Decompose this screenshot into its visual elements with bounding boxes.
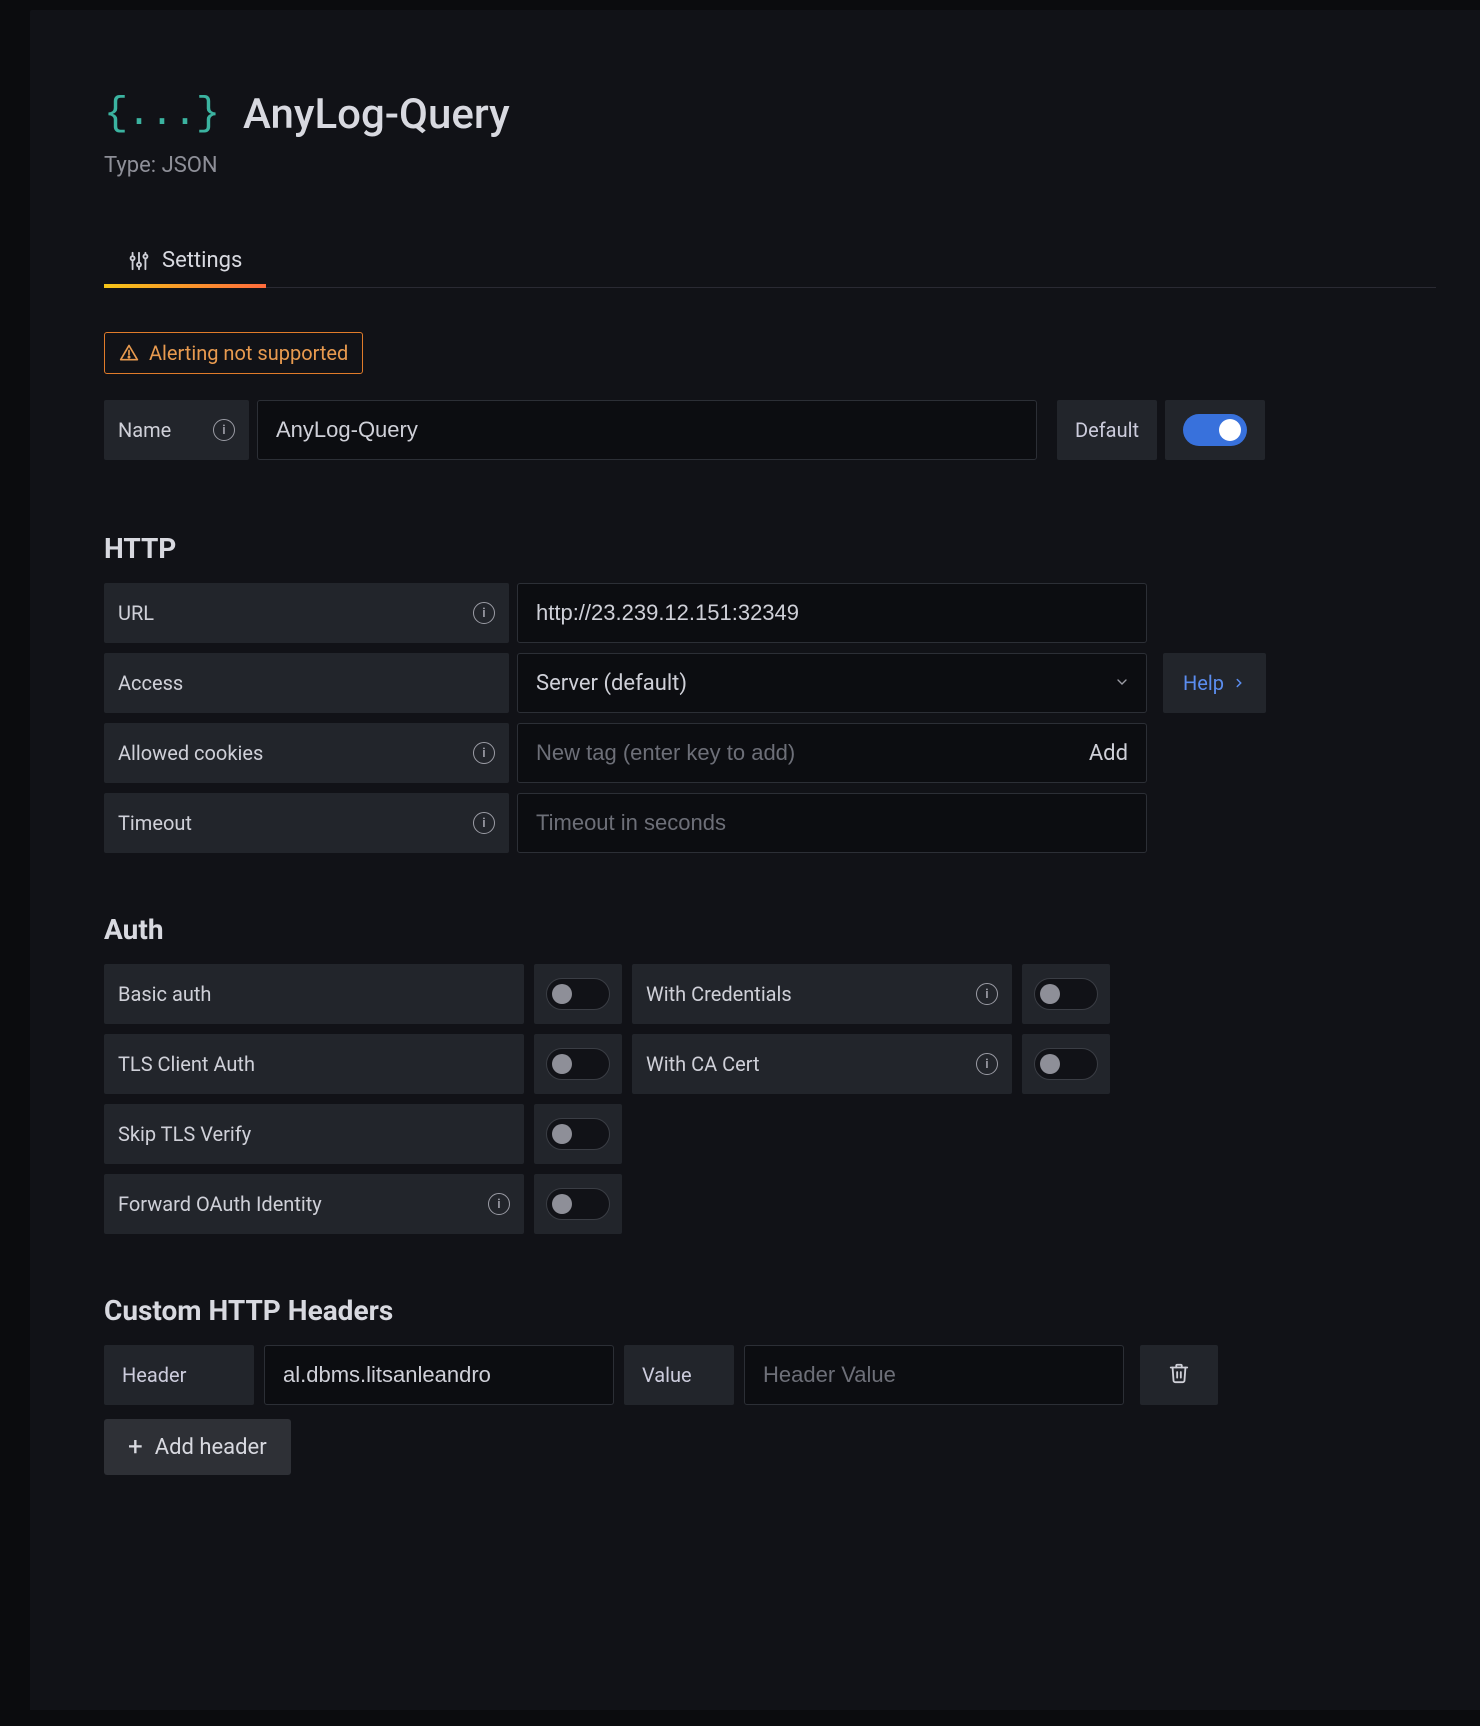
with-ca-cert-label: With CA Cert	[632, 1034, 1012, 1094]
datasource-type: Type: JSON	[104, 153, 1436, 178]
plus-icon: +	[128, 1434, 143, 1460]
with-ca-cert-toggle[interactable]	[1034, 1048, 1098, 1080]
timeout-input[interactable]	[517, 793, 1147, 853]
access-select[interactable]: Server (default)	[517, 653, 1147, 713]
json-icon: {...}	[104, 92, 219, 137]
info-icon[interactable]	[473, 602, 495, 624]
header-name-input[interactable]	[264, 1345, 614, 1405]
help-button[interactable]: Help	[1163, 653, 1266, 713]
allowed-cookies-label: Allowed cookies	[104, 723, 509, 783]
info-icon[interactable]	[488, 1193, 510, 1215]
default-label: Default	[1057, 400, 1157, 460]
default-toggle[interactable]	[1183, 414, 1247, 446]
info-icon[interactable]	[473, 742, 495, 764]
access-label: Access	[104, 653, 509, 713]
skip-tls-verify-label: Skip TLS Verify	[104, 1104, 524, 1164]
sliders-icon	[128, 250, 150, 272]
skip-tls-verify-toggle[interactable]	[546, 1118, 610, 1150]
forward-oauth-label: Forward OAuth Identity	[104, 1174, 524, 1234]
url-input[interactable]	[517, 583, 1147, 643]
allowed-cookies-input[interactable]	[536, 740, 1089, 766]
tls-client-auth-label: TLS Client Auth	[104, 1034, 524, 1094]
basic-auth-toggle[interactable]	[546, 978, 610, 1010]
page-title: AnyLog-Query	[243, 90, 510, 139]
add-tag-button[interactable]: Add	[1089, 741, 1128, 766]
add-header-button[interactable]: + Add header	[104, 1419, 291, 1475]
chevron-down-icon	[1114, 671, 1130, 696]
custom-headers-section-title: Custom HTTP Headers	[104, 1294, 1436, 1327]
with-credentials-toggle[interactable]	[1034, 978, 1098, 1010]
name-label: Name	[104, 400, 249, 460]
tls-client-auth-toggle[interactable]	[546, 1048, 610, 1080]
header-value-label: Value	[624, 1345, 734, 1405]
name-input[interactable]	[257, 400, 1037, 460]
info-icon[interactable]	[976, 983, 998, 1005]
header-name-label: Header	[104, 1345, 254, 1405]
info-icon[interactable]	[976, 1053, 998, 1075]
url-label: URL	[104, 583, 509, 643]
alerting-badge: Alerting not supported	[104, 332, 363, 374]
info-icon[interactable]	[213, 419, 235, 441]
with-credentials-label: With Credentials	[632, 964, 1012, 1024]
tab-label: Settings	[162, 248, 242, 273]
trash-icon	[1168, 1362, 1190, 1388]
tab-settings[interactable]: Settings	[104, 238, 266, 287]
warning-icon	[119, 343, 139, 363]
header-value-input[interactable]	[744, 1345, 1124, 1405]
forward-oauth-toggle[interactable]	[546, 1188, 610, 1220]
delete-header-button[interactable]	[1140, 1345, 1218, 1405]
auth-section-title: Auth	[104, 913, 1436, 946]
basic-auth-label: Basic auth	[104, 964, 524, 1024]
timeout-label: Timeout	[104, 793, 509, 853]
info-icon[interactable]	[473, 812, 495, 834]
http-section-title: HTTP	[104, 532, 1436, 565]
